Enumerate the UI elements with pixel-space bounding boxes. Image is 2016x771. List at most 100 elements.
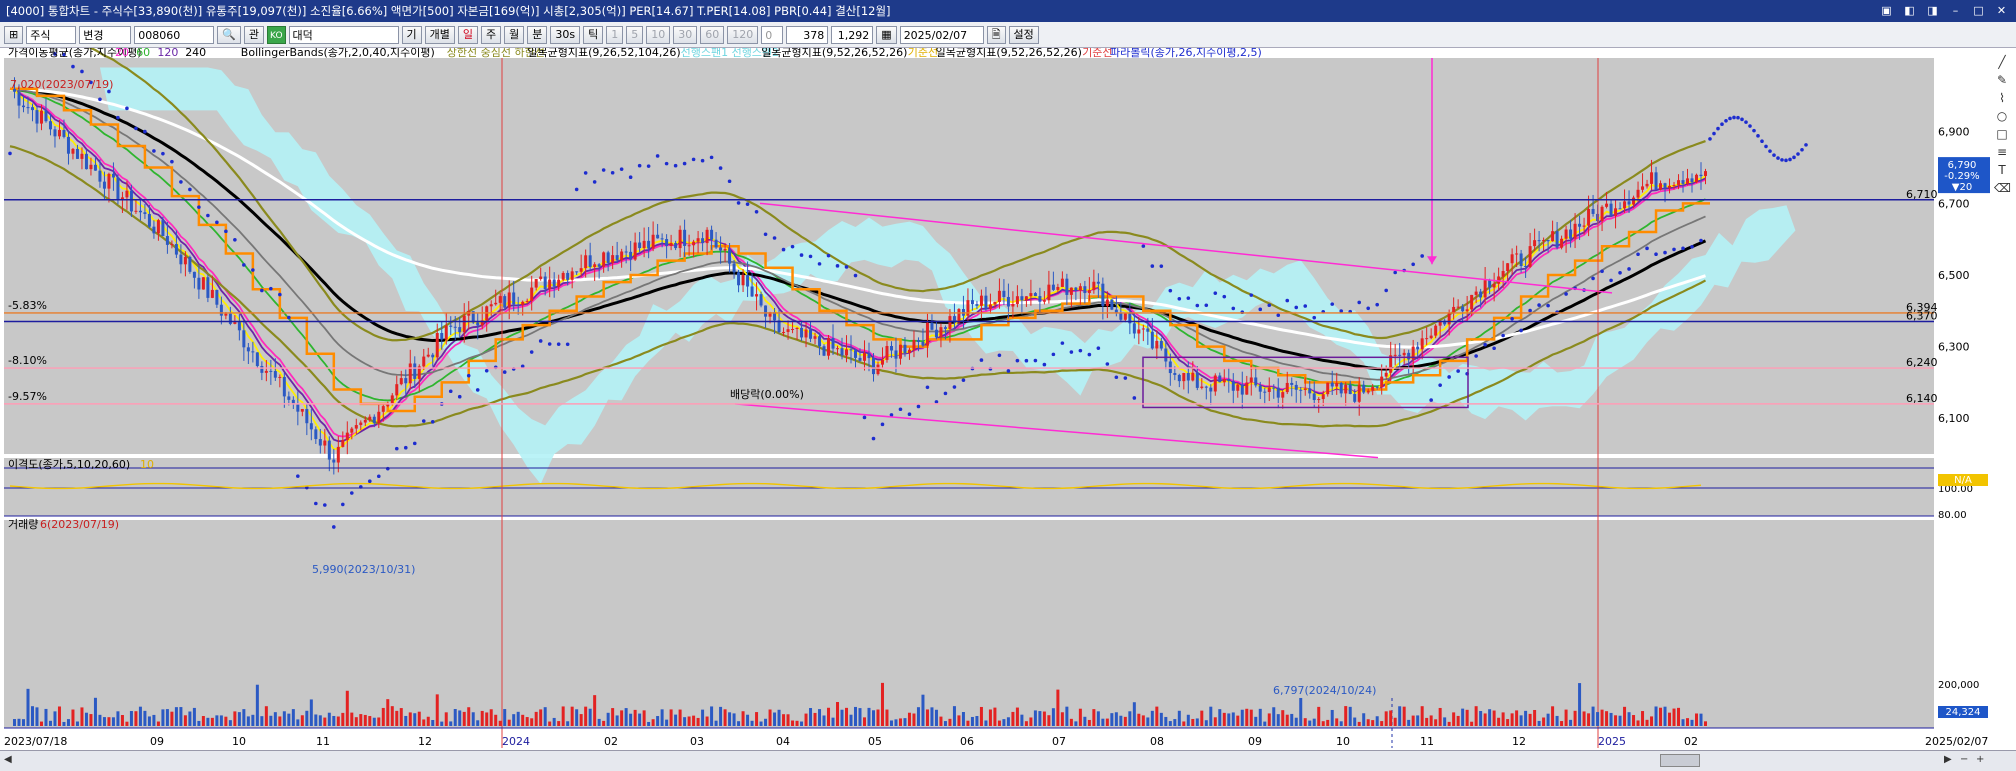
candle-body xyxy=(1060,278,1064,287)
ruler-tool-icon[interactable]: ⌇ xyxy=(1994,90,2010,106)
settings-button[interactable]: 설정 xyxy=(1008,25,1039,44)
price-chart[interactable]: 가격이동평균(종가,지수이평)20 60 120 240 480 BollingerBan… xyxy=(0,48,2016,748)
period-day[interactable]: 일 xyxy=(457,25,479,44)
circle-tool-icon[interactable]: ○ xyxy=(1994,108,2010,124)
candle-body xyxy=(1105,299,1109,306)
volume-bar xyxy=(1092,709,1096,726)
window-control-1[interactable]: ▣ xyxy=(1878,2,1895,19)
maximize-button[interactable]: □ xyxy=(1970,2,1987,19)
minimize-button[interactable]: – xyxy=(1947,2,1964,19)
legend-item-6: BollingerBands(종가,2,0,40,지수이평) xyxy=(241,48,435,59)
delete-tool-icon[interactable]: ⌫ xyxy=(1994,180,2011,196)
text-tool-icon[interactable]: T xyxy=(1994,162,2010,178)
candle-body xyxy=(651,234,655,249)
psar-dot xyxy=(997,353,1002,358)
volume-bar xyxy=(1002,719,1006,726)
level-label-3: 6,240 xyxy=(1906,356,1938,369)
psar-dot xyxy=(907,412,912,417)
legend-item-8: 일목균형지표(9,26,52,104,26) xyxy=(527,48,680,59)
grid-icon[interactable]: ⊞ xyxy=(4,25,24,44)
market-select[interactable]: 주식 xyxy=(26,25,77,44)
candle-body xyxy=(80,153,84,159)
close-button[interactable]: ✕ xyxy=(1993,2,2010,19)
period-60[interactable]: 60 xyxy=(700,25,725,44)
period-120[interactable]: 120 xyxy=(727,25,759,44)
stock-name-field[interactable]: 대덕 xyxy=(288,25,399,44)
candle-body xyxy=(125,190,129,198)
rect-tool-icon[interactable]: □ xyxy=(1994,126,2010,142)
psar-dot xyxy=(1546,303,1550,308)
volume-bar xyxy=(584,706,588,726)
save-icon[interactable]: 🗎 xyxy=(986,25,1006,44)
individual-button[interactable]: 개별 xyxy=(424,25,455,44)
scroll-thumb[interactable] xyxy=(1660,754,1700,767)
psar-dot xyxy=(952,385,957,389)
volume-bar xyxy=(1132,702,1136,726)
calendar-icon[interactable]: ▦ xyxy=(876,25,897,44)
window-control-2[interactable]: ◧ xyxy=(1901,2,1918,19)
candle-body xyxy=(309,423,313,430)
time-label-13: 09 xyxy=(1248,735,1262,748)
period-5[interactable]: 5 xyxy=(626,25,644,44)
volume-bar xyxy=(1042,711,1046,726)
volume-bar xyxy=(201,716,205,726)
count-input[interactable]: 378 xyxy=(786,25,829,44)
candle-body xyxy=(1267,387,1271,393)
mode-select[interactable]: 변경 xyxy=(79,25,132,44)
window-control-3[interactable]: ◨ xyxy=(1924,2,1941,19)
candle-body xyxy=(332,459,336,463)
search-icon[interactable]: 🔍 xyxy=(217,25,241,44)
candle-body xyxy=(372,416,376,424)
volume-bar xyxy=(453,709,457,726)
volume-bar xyxy=(961,712,965,726)
period-minute[interactable]: 분 xyxy=(527,25,548,44)
candle-body xyxy=(728,249,732,264)
zoom-in-icon[interactable]: + xyxy=(1976,754,1984,765)
psar-forecast-dot xyxy=(1804,143,1808,147)
candle-body xyxy=(795,327,799,330)
candle-body xyxy=(858,357,862,361)
period-30[interactable]: 30 xyxy=(673,25,698,44)
scroll-left-icon[interactable]: ◀ xyxy=(4,754,12,765)
time-label-1: 09 xyxy=(150,735,164,748)
volume-bar xyxy=(296,719,300,726)
date-input[interactable]: 2025/02/07 xyxy=(899,25,984,44)
period-month[interactable]: 월 xyxy=(504,25,525,44)
psar-dot xyxy=(278,292,282,297)
period-10[interactable]: 10 xyxy=(646,25,671,44)
line-tool-icon[interactable]: ╱ xyxy=(1994,54,2010,70)
period-30s[interactable]: 30s xyxy=(550,25,581,44)
candle-body xyxy=(1083,286,1087,294)
period-week[interactable]: 주 xyxy=(481,25,502,44)
fib-tool-icon[interactable]: ≡ xyxy=(1994,144,2010,160)
zoom-out-icon[interactable]: − xyxy=(1960,754,1968,765)
volume-bar xyxy=(1096,711,1100,726)
candle-body xyxy=(1290,382,1294,385)
interval-input[interactable]: 0 xyxy=(761,25,784,44)
candle-body xyxy=(1002,290,1006,297)
chart-area[interactable]: 가격이동평균(종가,지수이평) 20 60 120 240 480 BollingerBan… xyxy=(0,48,2016,748)
pencil-tool-icon[interactable]: ✎ xyxy=(1994,72,2010,88)
scroll-right-icon[interactable]: ▶ xyxy=(1944,754,1952,765)
period-1[interactable]: 1 xyxy=(606,25,624,44)
candle-body xyxy=(1551,231,1555,242)
candle-body xyxy=(1686,178,1690,184)
candle-body xyxy=(1056,286,1060,290)
volume-bar xyxy=(1524,710,1528,726)
volume-bar xyxy=(125,721,129,726)
candle-body xyxy=(543,276,547,290)
volume-bar xyxy=(818,709,822,726)
volume-bar xyxy=(1389,710,1393,726)
candle-body xyxy=(1047,284,1051,301)
horizontal-scrollbar[interactable]: ◀ ▶ − + xyxy=(0,750,2016,771)
ki-button[interactable]: 기 xyxy=(401,25,422,44)
time-label-2: 10 xyxy=(232,735,246,748)
volume-bar xyxy=(1222,712,1226,726)
volume-bar xyxy=(1375,716,1379,726)
candle-body xyxy=(98,170,102,182)
stock-code-input[interactable]: 008060 xyxy=(134,25,215,44)
flag-button[interactable]: 관 xyxy=(243,25,265,44)
volume-bar xyxy=(435,694,439,726)
period-tick[interactable]: 틱 xyxy=(583,25,604,44)
psar-dot xyxy=(1492,346,1496,351)
